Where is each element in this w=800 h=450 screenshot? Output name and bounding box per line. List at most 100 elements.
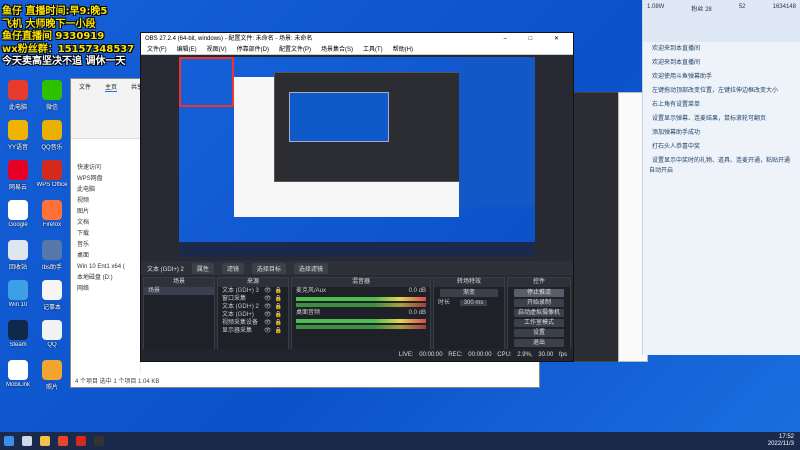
duration-label: 时长 (438, 300, 451, 306)
desktop-icon[interactable]: 回收站 (0, 240, 36, 271)
track-db: 0.0 dB (408, 288, 426, 294)
nav-item[interactable]: 图片 (77, 207, 134, 218)
scene-item[interactable]: 场景 (144, 287, 214, 295)
filters-button[interactable]: 滤镜 (221, 262, 244, 274)
chat-message: 欢迎来到本直播间 (643, 42, 800, 56)
control-button[interactable]: 设置 (514, 329, 564, 337)
start-icon[interactable] (4, 436, 14, 446)
nav-item[interactable]: WPS网盘 (77, 174, 134, 185)
desktop-icon[interactable]: 此电脑 (0, 80, 36, 111)
source-item[interactable]: 文本 (GDI+) 3 👁🔒 (218, 287, 288, 295)
stat-value: 1634148 (772, 4, 796, 10)
volume-meter[interactable] (296, 319, 426, 323)
ribbon-tab[interactable]: 文件 (79, 82, 91, 92)
clock: 17:52 2022/11/3 (768, 434, 794, 448)
wps-icon[interactable] (76, 436, 86, 446)
menu-item[interactable]: 场景集合(S) (321, 45, 353, 54)
menu-item[interactable]: 文件(F) (147, 45, 167, 54)
douyu-icon[interactable] (58, 436, 68, 446)
source-item[interactable]: 文本 (GDI+) 2 👁🔒 (218, 303, 288, 311)
desktop-icon[interactable]: MobiLink (0, 360, 36, 388)
control-button[interactable]: 停止推流 (514, 289, 564, 297)
visibility-lock-icon[interactable]: 👁🔒 (264, 287, 285, 295)
select-target-button[interactable]: 选择目标 (251, 262, 286, 274)
visibility-lock-icon[interactable]: 👁🔒 (264, 327, 285, 335)
desktop-icon[interactable]: Steam (0, 320, 36, 348)
properties-button[interactable]: 属性 (191, 262, 214, 274)
control-button[interactable]: 工作室模式 (514, 319, 564, 327)
desktop-icon[interactable]: Google (0, 200, 36, 228)
app-icon (8, 80, 28, 100)
desktop-icon[interactable]: WPS Office (34, 160, 70, 188)
menu-item[interactable]: 编辑(E) (177, 45, 197, 54)
nav-item[interactable]: 快速访问 (77, 163, 134, 174)
desktop-icon[interactable]: Win 10 (0, 280, 36, 308)
mixer-track: 桌面音频 0.0 dB (292, 309, 430, 317)
app-icon (42, 200, 62, 220)
source-item[interactable]: 显示器采集 👁🔒 (218, 327, 288, 335)
menu-item[interactable]: 停靠部件(D) (237, 45, 269, 54)
transitions-dock-title: 转场特效 (434, 278, 504, 287)
desktop-icon[interactable]: Ibs助手 (34, 240, 70, 271)
control-button[interactable]: 退出 (514, 339, 564, 347)
obs-menu-bar: 文件(F) 编辑(E) 视图(V) 停靠部件(D) 配置文件(P) 场景集合(S) 工具(T… (141, 45, 573, 55)
source-item[interactable]: 窗口采集 👁🔒 (218, 295, 288, 303)
obs-window[interactable]: OBS 27.2.4 (64-bit, windows) - 配置文件: 未命名… (140, 32, 574, 362)
desktop-icon[interactable]: Firefox (34, 200, 70, 228)
desktop-icon[interactable]: QQ音乐 (34, 120, 70, 151)
menu-item[interactable]: 配置文件(P) (279, 45, 311, 54)
obs-icon[interactable] (94, 436, 104, 446)
stat-value: 1.08W (647, 4, 665, 10)
nav-item[interactable]: 音乐 (77, 240, 134, 251)
desktop-icon-label: 网易云 (8, 185, 27, 191)
chat-message: 右上角有设置菜单 (643, 98, 800, 112)
visibility-lock-icon[interactable]: 👁🔒 (264, 295, 285, 303)
desktop-icon[interactable]: YY语音 (0, 120, 36, 151)
menu-item[interactable]: 视图(V) (207, 45, 227, 54)
search-icon[interactable] (22, 436, 32, 446)
visibility-lock-icon[interactable]: 👁🔒 (264, 319, 285, 327)
desktop-icon[interactable]: 网易云 (0, 160, 36, 191)
chat-message: 设置显示弹幕、连麦结果，鼠标滚轮可翻页 (643, 112, 800, 126)
duration-input[interactable]: 300 ms (459, 300, 488, 306)
volume-slider[interactable] (296, 303, 426, 307)
desktop-icon-label: Firefox (42, 222, 62, 228)
nav-item[interactable]: 此电脑 (77, 185, 134, 196)
nav-item[interactable]: Win 10 Ent1 x64 ( (77, 262, 134, 273)
ribbon-tab[interactable]: 主页 (105, 82, 118, 92)
nav-item[interactable]: 视频 (77, 196, 134, 207)
volume-meter[interactable] (296, 297, 426, 301)
visibility-lock-icon[interactable]: 👁🔒 (264, 311, 285, 319)
explorer-navigation: 快速访问 WPS网盘 此电脑 视频 图片 文档 下载 音乐 桌面 Win 10 Ent1 x64 … (71, 159, 141, 373)
chat-text: 欢迎来到本直播间 (652, 46, 701, 52)
volume-slider[interactable] (296, 325, 426, 329)
source-toolbar: 文本 (GDI+) 2 属性 滤镜 选择目标 选择滤镜 (141, 261, 573, 275)
desktop-icon[interactable]: 微信 (34, 80, 70, 111)
control-button[interactable]: 开始录制 (514, 299, 564, 307)
window-controls[interactable]: – □ ✕ (504, 33, 569, 45)
background-window-dark[interactable] (570, 92, 622, 362)
transition-select[interactable]: 渐变 (440, 289, 498, 297)
source-item[interactable]: 视频采集设备 👁🔒 (218, 319, 288, 327)
preview-text-box (179, 57, 234, 107)
desktop-icon[interactable]: 照片 (34, 360, 70, 391)
clock-date: 2022/11/3 (767, 441, 794, 447)
folder-icon[interactable] (40, 436, 50, 446)
desktop-icon[interactable]: QQ (34, 320, 70, 348)
nav-item[interactable]: 网络 (77, 284, 134, 295)
select-filter-button[interactable]: 选择滤镜 (293, 262, 328, 274)
control-button[interactable]: 启动虚拟摄像机 (514, 309, 564, 317)
menu-item[interactable]: 工具(T) (363, 45, 383, 54)
explorer-status: 4 个项目 选中 1 个项目 1.04 KB (75, 379, 160, 385)
nav-item[interactable]: 桌面 (77, 251, 134, 262)
visibility-lock-icon[interactable]: 👁🔒 (264, 303, 285, 311)
nav-item[interactable]: 本地磁盘 (D:) (77, 273, 134, 284)
nav-item[interactable]: 下载 (77, 229, 134, 240)
nav-item[interactable]: 文档 (77, 218, 134, 229)
source-item[interactable]: 文本 (GDI+) 👁🔒 (218, 311, 288, 319)
obs-preview[interactable] (179, 57, 535, 257)
menu-item[interactable]: 帮助(H) (393, 45, 413, 54)
app-icon (8, 240, 28, 260)
danmaku-panel[interactable]: 1.08W 粉丝 28 52 1634148 欢迎来到本直播间 欢迎来到本直播间 欢迎使用… (642, 0, 800, 355)
desktop-icon[interactable]: 记事本 (34, 280, 70, 311)
